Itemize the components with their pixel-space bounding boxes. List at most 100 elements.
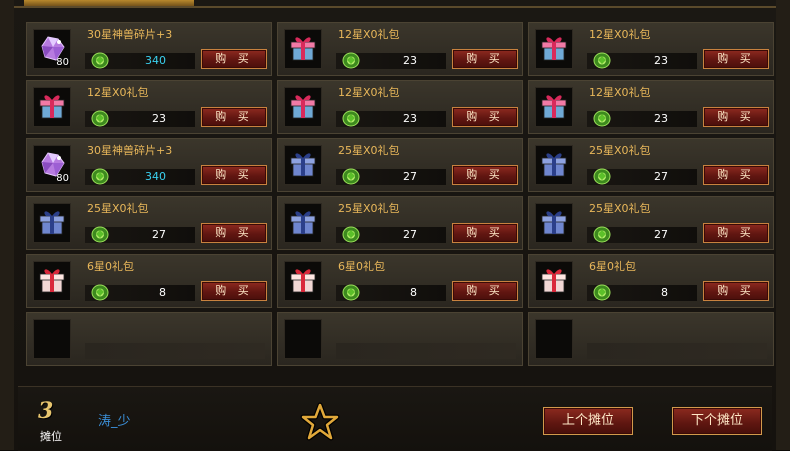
buy-button[interactable]: 购 买 xyxy=(452,223,518,243)
buy-button[interactable]: 购 买 xyxy=(201,107,267,127)
buy-button[interactable]: 购 买 xyxy=(452,165,518,185)
price-bar: 23 xyxy=(85,110,195,127)
item-name: 12星X0礼包 xyxy=(589,28,651,41)
item-cell: 25星X0礼包 27 购 买 xyxy=(277,196,523,250)
coin-icon xyxy=(91,284,109,301)
buy-button[interactable]: 购 买 xyxy=(201,49,267,69)
item-quantity: 80 xyxy=(56,173,69,184)
item-cell: 12星X0礼包 23 购 买 xyxy=(277,80,523,134)
item-slot[interactable] xyxy=(33,261,71,301)
item-slot[interactable] xyxy=(535,203,573,243)
next-stall-button[interactable]: 下个摊位 xyxy=(672,407,762,435)
item-cell: 25星X0礼包 27 购 买 xyxy=(528,138,774,192)
buy-button[interactable]: 购 买 xyxy=(452,49,518,69)
empty-price-bar xyxy=(336,343,516,359)
item-price: 23 xyxy=(403,112,417,125)
coin-icon xyxy=(593,110,611,127)
item-cell: 25星X0礼包 27 购 买 xyxy=(528,196,774,250)
item-slot[interactable] xyxy=(535,87,573,127)
buy-button[interactable]: 购 买 xyxy=(703,165,769,185)
item-price: 23 xyxy=(654,54,668,67)
price-bar: 8 xyxy=(587,284,697,301)
price-bar: 27 xyxy=(336,168,446,185)
item-slot[interactable] xyxy=(284,29,322,69)
empty-price-bar xyxy=(85,343,265,359)
item-slot[interactable] xyxy=(535,261,573,301)
coin-icon xyxy=(91,110,109,127)
item-name: 12星X0礼包 xyxy=(589,86,651,99)
buy-button[interactable]: 购 买 xyxy=(703,223,769,243)
item-slot[interactable]: 80 xyxy=(33,29,71,69)
item-cell: 6星0礼包 8 购 买 xyxy=(528,254,774,308)
price-bar: 340 xyxy=(85,168,195,185)
coin-icon xyxy=(342,168,360,185)
item-name: 25星X0礼包 xyxy=(589,144,651,157)
item-quantity: 80 xyxy=(56,57,69,68)
item-name: 25星X0礼包 xyxy=(338,202,400,215)
item-price: 340 xyxy=(145,170,166,183)
empty-price-bar xyxy=(587,343,767,359)
price-bar: 8 xyxy=(336,284,446,301)
item-slot[interactable] xyxy=(284,203,322,243)
price-bar: 23 xyxy=(336,110,446,127)
prev-stall-button[interactable]: 上个摊位 xyxy=(543,407,633,435)
item-slot[interactable]: 80 xyxy=(33,145,71,185)
item-slot[interactable] xyxy=(33,87,71,127)
item-slot[interactable] xyxy=(284,145,322,185)
coin-icon xyxy=(593,226,611,243)
item-name: 6星0礼包 xyxy=(338,260,385,273)
item-price: 23 xyxy=(403,54,417,67)
item-price: 8 xyxy=(410,286,417,299)
item-cell: 80 30星神兽碎片+3 340 购 买 xyxy=(26,22,272,76)
item-cell: 12星X0礼包 23 购 买 xyxy=(528,80,774,134)
item-name: 30星神兽碎片+3 xyxy=(87,144,173,157)
item-cell: 25星X0礼包 27 购 买 xyxy=(277,138,523,192)
price-bar: 23 xyxy=(587,110,697,127)
buy-button[interactable]: 购 买 xyxy=(201,165,267,185)
stall-number: 3 xyxy=(38,398,54,424)
price-bar: 27 xyxy=(336,226,446,243)
item-name: 25星X0礼包 xyxy=(338,144,400,157)
buy-button[interactable]: 购 买 xyxy=(201,223,267,243)
empty-item-cell xyxy=(528,312,774,366)
item-cell: 12星X0礼包 23 购 买 xyxy=(26,80,272,134)
item-price: 27 xyxy=(152,228,166,241)
coin-icon xyxy=(91,226,109,243)
item-name: 30星神兽碎片+3 xyxy=(87,28,173,41)
coin-icon xyxy=(342,226,360,243)
item-name: 6星0礼包 xyxy=(87,260,134,273)
item-slot[interactable] xyxy=(284,261,322,301)
stall-label: 摊位 xyxy=(40,430,62,443)
item-price: 27 xyxy=(654,228,668,241)
item-name: 12星X0礼包 xyxy=(87,86,149,99)
item-slot[interactable] xyxy=(535,145,573,185)
buy-button[interactable]: 购 买 xyxy=(452,107,518,127)
owner-name[interactable]: 涛_少 xyxy=(98,410,131,429)
item-cell: 12星X0礼包 23 购 买 xyxy=(528,22,774,76)
price-bar: 23 xyxy=(336,52,446,69)
item-slot[interactable] xyxy=(284,87,322,127)
item-price: 27 xyxy=(654,170,668,183)
buy-button[interactable]: 购 买 xyxy=(703,107,769,127)
item-price: 23 xyxy=(654,112,668,125)
item-price: 27 xyxy=(403,170,417,183)
item-price: 23 xyxy=(152,112,166,125)
empty-slot xyxy=(284,319,322,359)
coin-icon xyxy=(593,52,611,69)
buy-button[interactable]: 购 买 xyxy=(703,49,769,69)
item-cell: 6星0礼包 8 购 买 xyxy=(277,254,523,308)
coin-icon xyxy=(91,168,109,185)
coin-icon xyxy=(593,284,611,301)
item-name: 25星X0礼包 xyxy=(87,202,149,215)
item-name: 12星X0礼包 xyxy=(338,28,400,41)
buy-button[interactable]: 购 买 xyxy=(452,281,518,301)
item-slot[interactable] xyxy=(33,203,71,243)
coin-icon xyxy=(342,284,360,301)
star-outline-icon[interactable] xyxy=(300,402,340,446)
empty-item-cell xyxy=(277,312,523,366)
buy-button[interactable]: 购 买 xyxy=(703,281,769,301)
item-slot[interactable] xyxy=(535,29,573,69)
coin-icon xyxy=(593,168,611,185)
buy-button[interactable]: 购 买 xyxy=(201,281,267,301)
price-bar: 23 xyxy=(587,52,697,69)
